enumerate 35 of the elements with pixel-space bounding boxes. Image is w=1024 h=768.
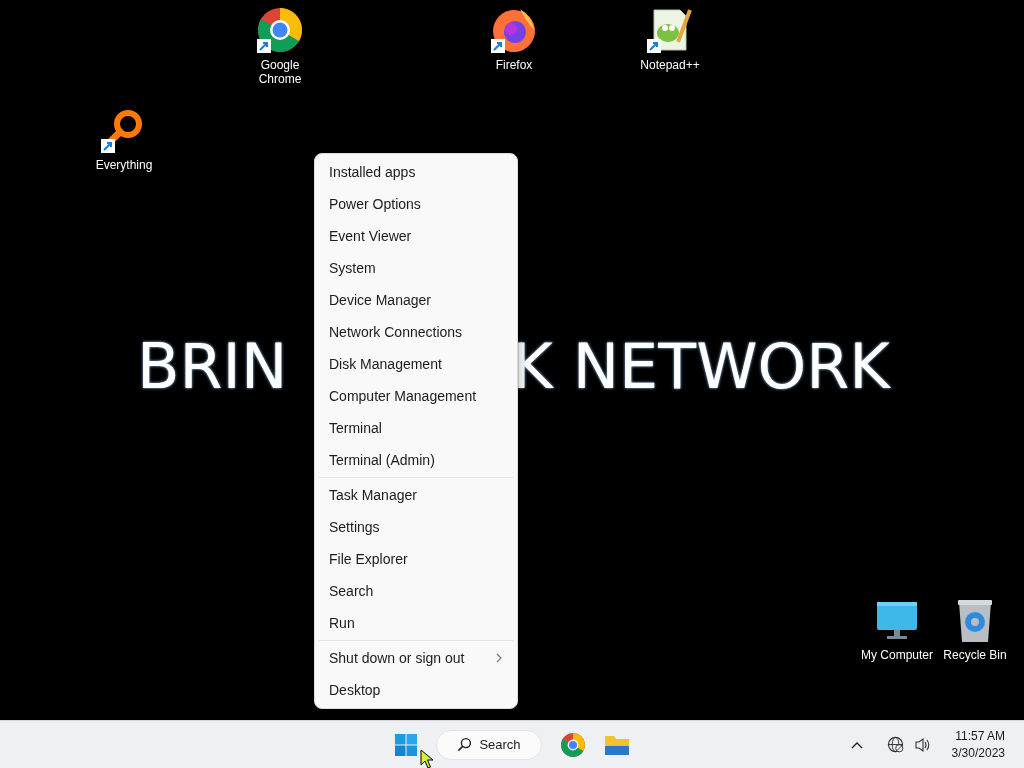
icon-label[interactable]: Google Chrome bbox=[252, 58, 308, 86]
search-button[interactable]: Search bbox=[436, 729, 542, 760]
windows-logo-icon[interactable] bbox=[394, 732, 419, 757]
menu-item[interactable]: Task Manager bbox=[315, 479, 517, 511]
menu-item[interactable]: Terminal bbox=[315, 412, 517, 444]
chevron-up-icon[interactable] bbox=[850, 740, 863, 749]
menu-item[interactable]: File Explorer bbox=[315, 543, 517, 575]
menu-item[interactable]: Installed apps bbox=[315, 156, 517, 188]
menu-item[interactable]: Search bbox=[315, 575, 517, 607]
clock[interactable]: 11:57 AM 3/30/2023 bbox=[951, 727, 1005, 762]
menu-item[interactable]: Run bbox=[315, 607, 517, 639]
clock-date: 3/30/2023 bbox=[951, 744, 1005, 762]
clock-time: 11:57 AM bbox=[955, 727, 1005, 745]
icon-label[interactable]: Notepad++ bbox=[640, 58, 700, 72]
icon-label[interactable]: Everything bbox=[95, 158, 153, 172]
menu-item[interactable]: Settings bbox=[315, 511, 517, 543]
menu-item[interactable]: Device Manager bbox=[315, 284, 517, 316]
circle-logo-icon[interactable] bbox=[256, 6, 304, 54]
wallpaper-text: BRIN bbox=[137, 330, 288, 403]
speaker-icon[interactable] bbox=[913, 736, 932, 753]
icon-label[interactable]: Recycle Bin bbox=[943, 648, 1007, 662]
menu-item[interactable]: Terminal (Admin) bbox=[315, 444, 517, 476]
globe-icon[interactable] bbox=[886, 736, 904, 753]
menu-item[interactable]: Shut down or sign out bbox=[315, 642, 517, 674]
notepad-icon[interactable] bbox=[646, 6, 694, 54]
menu-item[interactable]: Power Options bbox=[315, 188, 517, 220]
icon-label[interactable]: Firefox bbox=[495, 58, 533, 72]
chevron-right-icon bbox=[495, 653, 503, 663]
menu-item[interactable]: System bbox=[315, 252, 517, 284]
menu-item[interactable]: Desktop bbox=[315, 674, 517, 706]
menu-item[interactable]: Event Viewer bbox=[315, 220, 517, 252]
fox-logo-icon[interactable] bbox=[490, 6, 538, 54]
icon-label[interactable]: My Computer bbox=[861, 648, 933, 662]
mouse-cursor-icon bbox=[420, 749, 434, 768]
search-icon bbox=[457, 737, 473, 752]
